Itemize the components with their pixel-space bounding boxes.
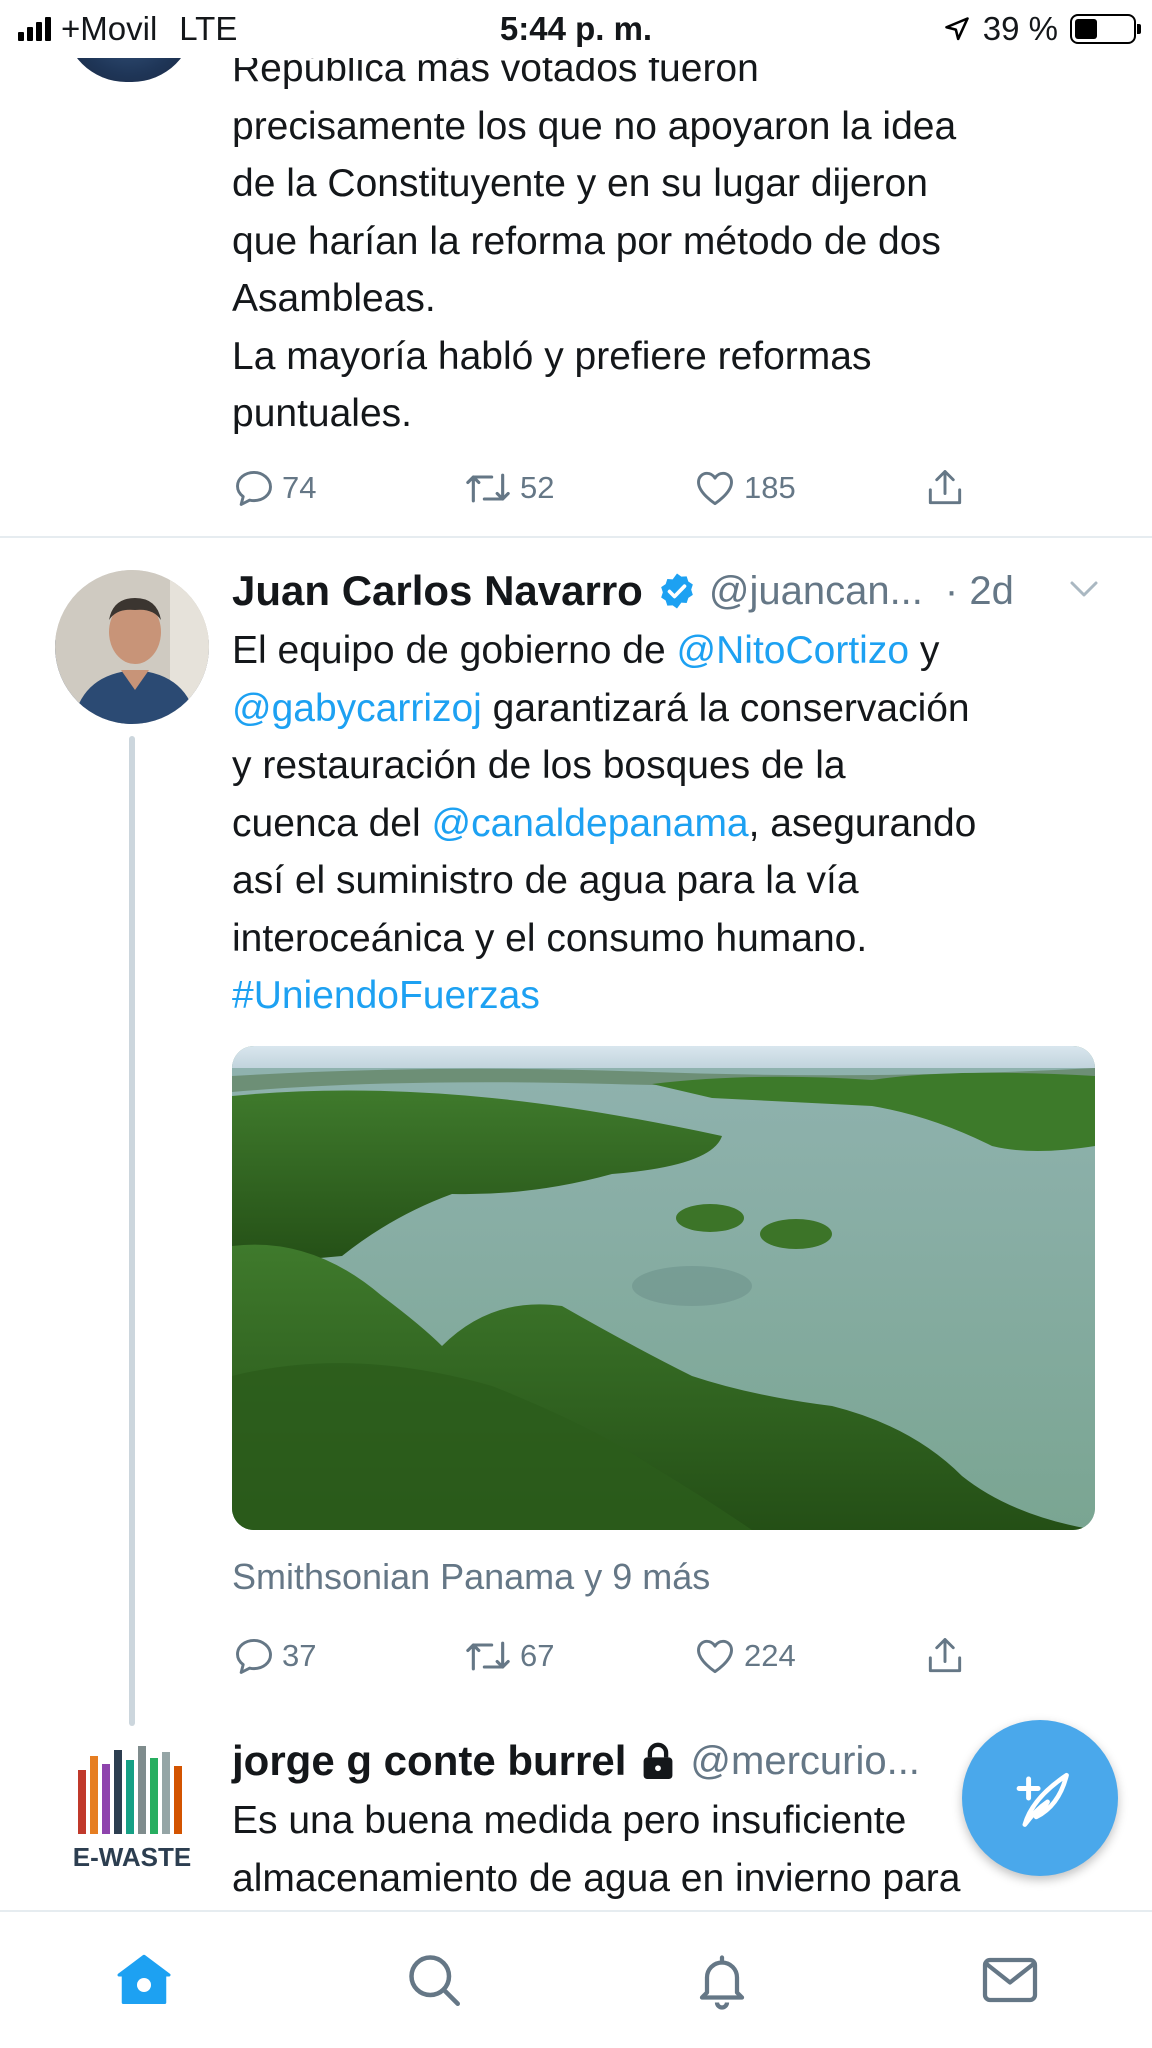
location-arrow-icon (944, 17, 969, 41)
tab-home[interactable] (114, 1950, 174, 2010)
tab-search[interactable] (404, 1950, 464, 2010)
tweet-text-line: puntuales. (232, 392, 412, 435)
retweet-button[interactable]: 67 (462, 1634, 692, 1678)
retweet-button[interactable]: 52 (462, 466, 692, 510)
retweet-icon (466, 473, 510, 503)
heart-icon (697, 471, 733, 506)
tweet-text-line: interoceánica y el consumo humano. (232, 916, 868, 960)
battery-percent: 39 % (982, 10, 1058, 47)
tweet-text-segment: garantizará la conservación (481, 686, 970, 730)
reply-count: 37 (282, 1638, 317, 1673)
avatar[interactable]: E-WASTE (70, 1742, 194, 1882)
avatar[interactable] (55, 570, 209, 724)
tweet-text-segment: , asegurando (748, 801, 977, 845)
tweet-time: · 2d (944, 568, 1014, 613)
heart-icon (697, 1639, 733, 1674)
like-button[interactable]: 224 (692, 1634, 922, 1678)
bottom-tab-bar (0, 1910, 1152, 2048)
tweet-text: El equipo de gobierno de @NitoCortizo y … (232, 622, 1112, 1025)
mention-link[interactable]: @NitoCortizo (677, 629, 909, 672)
verified-badge-icon (661, 573, 693, 609)
tagged-users[interactable]: Smithsonian Panama y 9 más (232, 1556, 710, 1598)
author-handle[interactable]: @mercurio... (690, 1739, 920, 1784)
reply-count: 74 (282, 470, 317, 505)
notifications-icon (699, 1955, 745, 2010)
tweet-text-segment: y (909, 629, 940, 672)
reply-button[interactable]: 74 (232, 466, 462, 510)
lock-icon (643, 1742, 673, 1779)
status-bar: +Movil LTE 5:44 p. m. 39 % (0, 0, 1152, 58)
retweet-count: 52 (520, 470, 555, 505)
tweet-header: Juan Carlos Navarro @juancan... · 2d (232, 560, 1122, 622)
like-count: 224 (744, 1638, 796, 1673)
share-button[interactable] (922, 466, 968, 510)
hashtag-link[interactable]: #UniendoFuerzas (232, 974, 540, 1017)
compose-feather-icon (1016, 1772, 1069, 1827)
like-count: 185 (744, 470, 796, 505)
mention-link[interactable]: @gabycarrizoj (232, 687, 482, 730)
retweet-count: 67 (520, 1638, 555, 1673)
search-icon (409, 1955, 460, 2006)
author-name[interactable]: Juan Carlos Navarro (232, 567, 643, 615)
share-button[interactable] (922, 1634, 968, 1678)
status-right: 39 % (943, 10, 1141, 48)
avatar-text: E-WASTE (73, 1842, 191, 1872)
tweet-text-line: precisamente los que no apoyaron la idea (232, 104, 957, 148)
tweet-text-line: así el suministro de agua para la vía (232, 859, 859, 902)
mention-link[interactable]: @canaldepanama (431, 802, 748, 845)
tweet-text-line: Asambleas. (232, 277, 436, 320)
tweet-text-segment: El equipo de gobierno de (232, 629, 677, 672)
tweet-text-line: que harían la reforma por método de dos (232, 219, 941, 263)
reply-icon (236, 1638, 272, 1674)
reply-button[interactable]: 37 (232, 1634, 462, 1678)
share-icon (928, 1638, 962, 1673)
retweet-icon (466, 1641, 510, 1671)
divider (0, 536, 1152, 538)
tab-messages[interactable] (980, 1950, 1040, 2010)
home-icon (117, 1954, 171, 2004)
share-icon (928, 470, 962, 505)
author-handle[interactable]: @juancan... (709, 569, 923, 614)
tweet-actions: 74 52 185 (232, 466, 968, 510)
tweet-text-line: de la Constituyente y en su lugar dijero… (232, 162, 928, 205)
like-button[interactable]: 185 (692, 466, 922, 510)
tweet-text-line: La mayoría habló y prefiere reformas (232, 334, 872, 378)
tweet-text-segment: cuenca del (232, 801, 432, 845)
chevron-down-icon[interactable] (1066, 574, 1102, 604)
battery-icon (1070, 14, 1141, 44)
tweet-text-line: y restauración de los bosques de la (232, 744, 846, 787)
thread-line (129, 736, 135, 1726)
tweet-text: República más votados fueron precisament… (232, 40, 1112, 443)
author-name[interactable]: jorge g conte burrel (232, 1737, 626, 1785)
compose-tweet-button[interactable] (962, 1720, 1118, 1876)
tab-notifications[interactable] (692, 1950, 752, 2010)
reply-icon (236, 470, 272, 506)
tweet-actions: 37 67 224 (232, 1634, 968, 1678)
messages-icon (982, 1957, 1038, 2003)
tweet-image[interactable] (232, 1046, 1095, 1530)
